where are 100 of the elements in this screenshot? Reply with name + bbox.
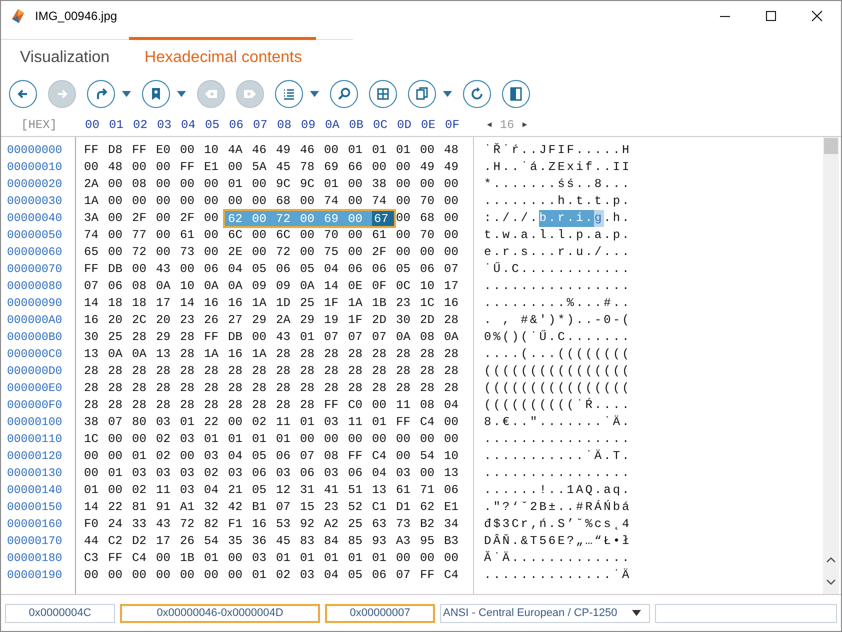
ansi-text: 0%()(˙Ű.C.......	[484, 329, 632, 346]
toolbar-button[interactable]	[87, 80, 115, 108]
column-header: 0C	[373, 118, 388, 132]
toolbar-button[interactable]	[463, 80, 491, 108]
hex-byte: 23	[324, 499, 340, 516]
hex-byte: 2E	[228, 244, 244, 261]
toolbar-button[interactable]	[9, 80, 37, 108]
scrollbar[interactable]	[823, 137, 839, 594]
hex-byte: 0E	[348, 278, 364, 295]
hex-byte: 00	[300, 211, 316, 226]
hex-byte: 1D	[276, 295, 292, 312]
hex-byte: 1A	[204, 346, 220, 363]
hex-byte: 00	[180, 142, 196, 159]
hex-byte: 1B	[180, 550, 196, 567]
maximize-icon[interactable]	[765, 10, 777, 22]
hex-byte: 08	[420, 329, 436, 346]
hex-byte: 45	[276, 533, 292, 550]
hex-byte: 06	[372, 567, 388, 584]
hex-byte: 01	[324, 550, 340, 567]
toolbar-button[interactable]	[369, 80, 397, 108]
hex-byte: 05	[252, 448, 268, 465]
offset-label: 000000B0	[7, 330, 64, 346]
hex-byte: 00	[348, 176, 364, 193]
hex-byte: 23	[180, 312, 196, 329]
hex-byte: 28	[156, 380, 172, 397]
ansi-text: 8.€..".......˙Ä.	[484, 414, 632, 431]
scroll-up-icon[interactable]	[826, 556, 836, 563]
hex-byte: 63	[372, 516, 388, 533]
hex-byte: 01	[84, 482, 100, 499]
close-icon[interactable]	[811, 10, 823, 22]
hex-byte: 01	[180, 414, 196, 431]
hex-byte: 03	[324, 465, 340, 482]
hex-byte: 28	[132, 329, 148, 346]
column-header: 00	[85, 118, 100, 132]
column-header: 0D	[397, 118, 412, 132]
ansi-text: ......!..1AQ.aq.	[484, 482, 632, 499]
tab[interactable]: Visualization	[1, 37, 129, 71]
encoding-dropdown[interactable]: ANSI - Central European / CP-1250	[440, 604, 650, 622]
hex-byte: 26	[204, 312, 220, 329]
scroll-down-icon[interactable]	[826, 579, 836, 586]
offset-label: 00000130	[7, 466, 64, 482]
hex-byte: D1	[396, 499, 412, 516]
hex-byte: 00	[348, 227, 364, 244]
next-arrow[interactable]: ►	[522, 120, 528, 130]
hex-byte: 28	[444, 312, 460, 329]
hex-byte: 44	[84, 533, 100, 550]
previous-arrow[interactable]: ◄	[487, 120, 492, 130]
hex-byte: 00	[396, 210, 412, 227]
hex-byte: C0	[348, 397, 364, 414]
hex-byte: B2	[420, 516, 436, 533]
caret-icon[interactable]	[177, 91, 186, 97]
hex-byte: 06	[420, 261, 436, 278]
scroll-thumb[interactable]	[824, 138, 838, 154]
hex-byte: 00	[108, 193, 124, 210]
hex-byte: 28	[156, 363, 172, 380]
hex-byte: 07	[372, 329, 388, 346]
caret-icon[interactable]	[443, 91, 452, 97]
offset-label: 00000080	[7, 279, 64, 295]
hex-byte: 28	[324, 346, 340, 363]
hex-byte: 28	[396, 346, 412, 363]
hex-byte: 74	[372, 193, 388, 210]
hex-byte: 28	[276, 397, 292, 414]
hex-byte: 07	[300, 448, 316, 465]
refresh-icon	[469, 86, 485, 102]
column-header: 08	[277, 118, 292, 132]
hex-byte: 07	[324, 329, 340, 346]
hex-byte: 28	[204, 380, 220, 397]
hex-byte: 68	[276, 193, 292, 210]
hex-byte: 16	[84, 312, 100, 329]
offset-label: 00000060	[7, 245, 64, 261]
hex-byte: 36	[252, 533, 268, 550]
column-header: 06	[229, 118, 244, 132]
hex-byte: 06	[276, 448, 292, 465]
toolbar-button[interactable]	[502, 80, 530, 108]
hex-byte: 00	[300, 431, 316, 448]
hex-byte: 82	[204, 516, 220, 533]
hex-byte: 25	[348, 516, 364, 533]
toolbar-button[interactable]	[275, 80, 303, 108]
hex-byte: C2	[108, 533, 124, 550]
hex-byte: 0C	[396, 278, 412, 295]
hex-byte: 02	[156, 448, 172, 465]
app-logo-icon	[9, 7, 27, 25]
ansi-text: DÂŇ.&T56E?„…“Ł•ł	[484, 533, 632, 550]
caret-icon[interactable]	[310, 91, 319, 97]
hex-byte: B1	[252, 499, 268, 516]
hex-byte: 03	[156, 414, 172, 431]
hex-byte: 0A	[132, 346, 148, 363]
hex-byte: 01	[324, 176, 340, 193]
hex-byte: 1F	[324, 295, 340, 312]
ansi-text: ................	[484, 465, 632, 482]
hex-byte: 12	[276, 482, 292, 499]
hex-byte: 00	[444, 550, 460, 567]
hex-byte: 13	[156, 346, 172, 363]
toolbar-button[interactable]	[408, 80, 436, 108]
hex-byte: 14	[324, 278, 340, 295]
toolbar-button[interactable]	[142, 80, 170, 108]
hex-byte: 17	[156, 533, 172, 550]
hex-byte: 07	[348, 329, 364, 346]
toolbar-button[interactable]	[330, 80, 358, 108]
caret-icon[interactable]	[122, 91, 131, 97]
